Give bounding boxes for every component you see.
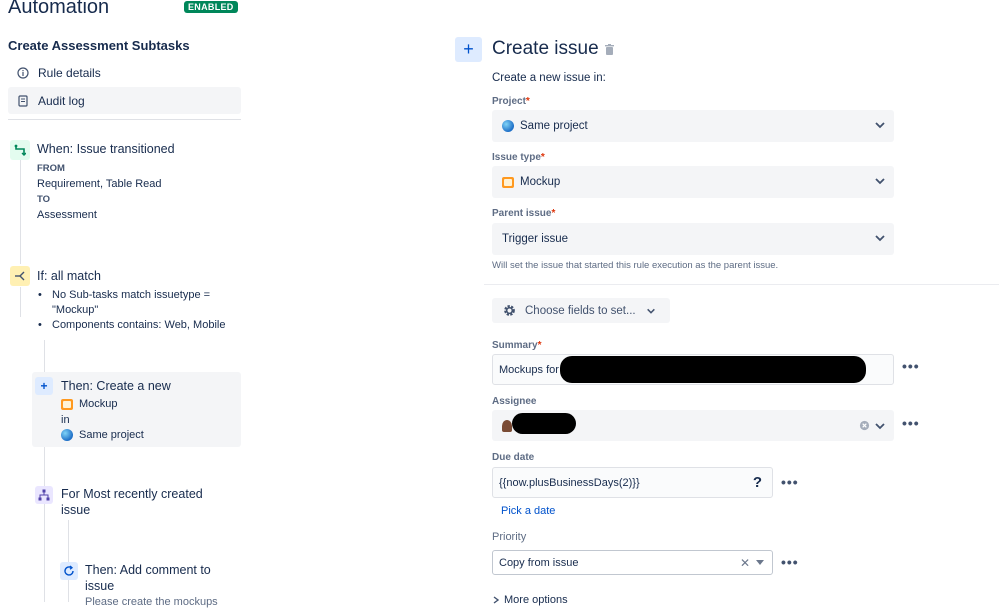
- create-issue-plus-icon: +: [455, 37, 482, 62]
- sidebar-item-label: Rule details: [38, 65, 101, 80]
- condition-bullet: Components contains: Web, Mobile: [52, 319, 226, 331]
- priority-select[interactable]: Copy from issue ✕: [492, 550, 773, 575]
- chevron-down-icon: [646, 308, 655, 314]
- document-icon: [16, 94, 30, 107]
- due-date-label: Due date: [492, 452, 535, 463]
- caret-down-icon: [756, 560, 764, 565]
- action-in: in: [61, 414, 70, 426]
- chevron-down-icon: [875, 235, 885, 242]
- bullet-icon: •: [38, 319, 42, 331]
- chevron-down-icon: [875, 178, 885, 185]
- parent-issue-value: Trigger issue: [502, 233, 569, 245]
- trash-icon[interactable]: [604, 43, 614, 55]
- redaction-mark: [560, 356, 866, 383]
- parent-issue-label: Parent issue*: [492, 208, 556, 219]
- due-date-more-icon[interactable]: •••: [781, 474, 799, 490]
- status-badge: ENABLED: [184, 1, 238, 13]
- sidebar-item-label: Audit log: [38, 93, 85, 108]
- branch-title-cont: issue: [61, 503, 91, 517]
- project-label: Project*: [492, 96, 530, 107]
- info-icon: [16, 66, 30, 79]
- priority-more-icon[interactable]: •••: [781, 554, 799, 570]
- parent-issue-select[interactable]: Trigger issue: [492, 223, 894, 255]
- from-label: FROM: [37, 163, 65, 174]
- to-label: TO: [37, 194, 51, 205]
- avatar: [502, 419, 512, 432]
- priority-value: Copy from issue: [499, 556, 579, 569]
- page-title: Automation: [8, 0, 110, 18]
- condition-bullet-cont: "Mockup": [52, 304, 99, 316]
- comment-title[interactable]: Then: Add comment to: [85, 563, 211, 577]
- panel-intro: Create a new issue in:: [492, 72, 606, 84]
- bullet-icon: •: [38, 289, 42, 301]
- sidebar-item-rule-details[interactable]: Rule details: [8, 59, 241, 86]
- action-title: Then: Create a new: [61, 379, 171, 393]
- branch-icon[interactable]: [35, 486, 53, 504]
- chevron-right-icon: [493, 596, 500, 604]
- divider: [484, 284, 999, 285]
- clear-icon[interactable]: ✕: [740, 556, 750, 570]
- help-icon[interactable]: ?: [753, 474, 762, 491]
- pick-date-link[interactable]: Pick a date: [501, 505, 555, 517]
- gear-icon: [502, 303, 517, 318]
- summary-label: Summary*: [492, 340, 542, 351]
- condition-title[interactable]: If: all match: [37, 269, 101, 283]
- clear-icon[interactable]: [859, 420, 870, 431]
- comment-body-preview: Please create the mockups: [85, 596, 218, 608]
- parent-issue-help: Will set the issue that started this rul…: [492, 260, 779, 271]
- issue-type-select[interactable]: Mockup: [492, 166, 894, 198]
- comment-refresh-icon[interactable]: [60, 562, 78, 580]
- trigger-icon[interactable]: [10, 140, 30, 160]
- project-icon: [61, 429, 73, 441]
- from-value: Requirement, Table Read: [37, 178, 162, 190]
- assignee-more-icon[interactable]: •••: [902, 415, 920, 431]
- comment-title-cont: issue: [85, 579, 115, 593]
- flow-connector: [20, 160, 21, 264]
- priority-label: Priority: [492, 531, 527, 543]
- mockup-icon: [61, 398, 73, 410]
- redaction-mark: [512, 413, 576, 434]
- mockup-icon: [502, 176, 514, 188]
- due-date-input[interactable]: {{now.plusBusinessDays(2)}} ?: [492, 467, 773, 498]
- due-date-value: {{now.plusBusinessDays(2)}}: [499, 476, 640, 489]
- divider: [8, 119, 241, 120]
- branch-title[interactable]: For Most recently created: [61, 487, 203, 501]
- project-select[interactable]: Same project: [492, 110, 894, 142]
- action-project: Same project: [61, 429, 144, 441]
- to-value: Assessment: [37, 209, 97, 221]
- summary-more-icon[interactable]: •••: [902, 358, 920, 374]
- rule-name: Create Assessment Subtasks: [8, 38, 190, 53]
- trigger-title[interactable]: When: Issue transitioned: [37, 142, 175, 156]
- more-options-toggle[interactable]: More options: [492, 594, 568, 606]
- assignee-label: Assignee: [492, 396, 537, 407]
- project-value: Same project: [520, 120, 588, 132]
- issue-type-label: Issue type*: [492, 152, 545, 163]
- sidebar-item-audit-log[interactable]: Audit log: [8, 87, 241, 114]
- summary-value: Mockups for: [499, 363, 559, 376]
- chevron-down-icon: [875, 423, 885, 430]
- choose-fields-label: Choose fields to set...: [525, 304, 636, 317]
- flow-connector: [20, 287, 21, 317]
- project-icon: [502, 120, 514, 132]
- condition-bullet: No Sub-tasks match issuetype =: [52, 289, 211, 301]
- issue-type-value: Mockup: [520, 176, 561, 188]
- choose-fields-button[interactable]: Choose fields to set...: [492, 298, 670, 323]
- condition-icon[interactable]: [10, 266, 30, 286]
- plus-icon: +: [35, 377, 53, 395]
- action-issue-type: Mockup: [61, 398, 118, 410]
- flow-connector: [68, 520, 69, 602]
- panel-title: Create issue: [492, 38, 614, 60]
- chevron-down-icon: [875, 122, 885, 129]
